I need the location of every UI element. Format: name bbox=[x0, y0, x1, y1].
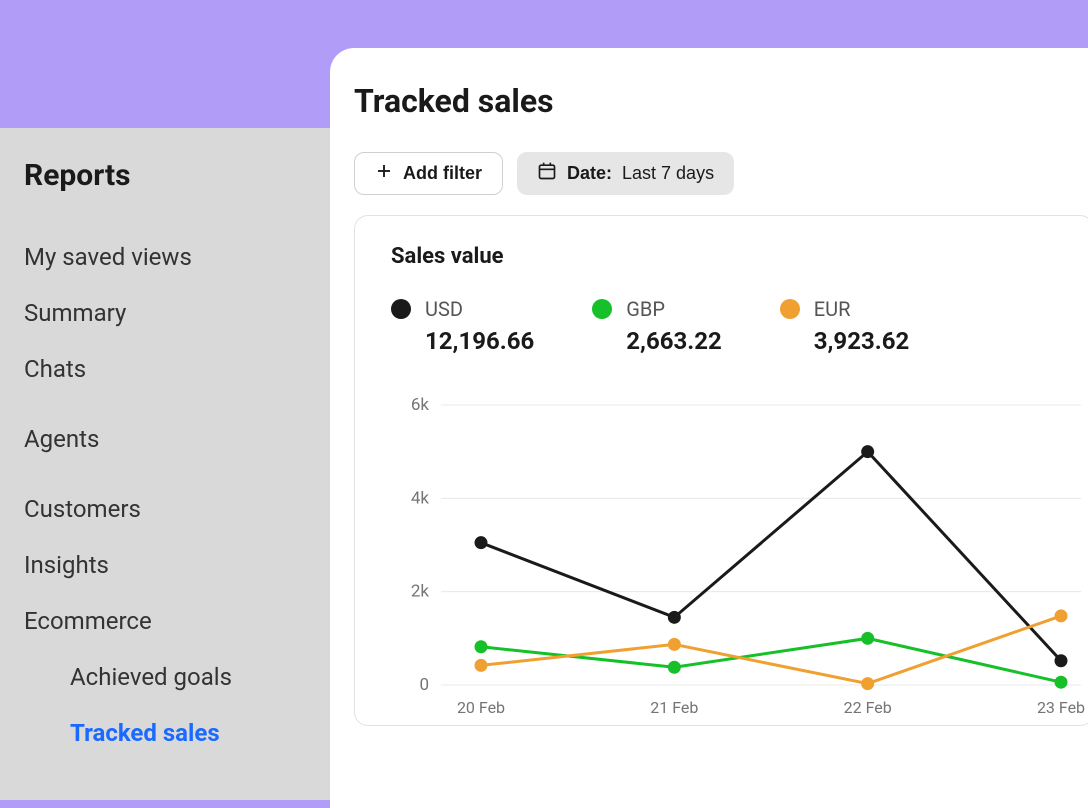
sidebar-subitem-achieved-goals[interactable]: Achieved goals bbox=[24, 649, 306, 705]
sidebar-item-customers[interactable]: Customers bbox=[24, 481, 306, 537]
sidebar-item-agents[interactable]: Agents bbox=[24, 411, 306, 467]
legend-value-usd: 12,196.66 bbox=[425, 327, 534, 355]
sidebar-item-ecommerce[interactable]: Ecommerce bbox=[24, 593, 306, 649]
add-filter-label: Add filter bbox=[403, 163, 482, 184]
sidebar-item-insights[interactable]: Insights bbox=[24, 537, 306, 593]
legend: USD 12,196.66 GBP 2,663.22 EUR 3,923.62 bbox=[391, 297, 1088, 355]
svg-text:21 Feb: 21 Feb bbox=[650, 698, 698, 717]
sidebar-subitem-tracked-sales[interactable]: Tracked sales bbox=[24, 705, 306, 761]
svg-text:4k: 4k bbox=[411, 488, 430, 508]
legend-value-gbp: 2,663.22 bbox=[626, 327, 721, 355]
svg-text:20 Feb: 20 Feb bbox=[457, 698, 505, 717]
svg-text:0: 0 bbox=[419, 675, 429, 695]
date-filter-value: Last 7 days bbox=[622, 163, 714, 184]
dot-eur bbox=[780, 299, 800, 319]
svg-text:2k: 2k bbox=[411, 582, 430, 602]
dot-usd bbox=[391, 299, 411, 319]
sales-chart: 0 2k 4k 6k 20 Feb 21 Feb 22 Feb 23 Feb bbox=[391, 395, 1088, 725]
svg-text:23 Feb: 23 Feb bbox=[1037, 698, 1085, 717]
legend-item-usd[interactable]: USD 12,196.66 bbox=[391, 297, 534, 355]
page-title: Tracked sales bbox=[354, 82, 1088, 120]
plus-icon bbox=[375, 162, 393, 185]
main-panel: Tracked sales Add filter Date: Last 7 da… bbox=[330, 48, 1088, 808]
sidebar-item-summary[interactable]: Summary bbox=[24, 285, 306, 341]
sidebar-title: Reports bbox=[24, 158, 306, 193]
svg-text:22 Feb: 22 Feb bbox=[844, 698, 892, 717]
dot-gbp bbox=[592, 299, 612, 319]
calendar-icon bbox=[537, 161, 557, 186]
add-filter-button[interactable]: Add filter bbox=[354, 152, 503, 195]
legend-item-gbp[interactable]: GBP 2,663.22 bbox=[592, 297, 721, 355]
sales-value-card: Sales value USD 12,196.66 GBP 2,663.22 bbox=[354, 215, 1088, 726]
legend-value-eur: 3,923.62 bbox=[814, 327, 909, 355]
svg-text:6k: 6k bbox=[411, 395, 430, 415]
sidebar: Reports My saved views Summary Chats Age… bbox=[0, 128, 330, 800]
legend-label-usd: USD bbox=[425, 297, 534, 321]
date-filter-button[interactable]: Date: Last 7 days bbox=[517, 152, 734, 195]
filter-row: Add filter Date: Last 7 days bbox=[354, 152, 1088, 195]
legend-label-eur: EUR bbox=[814, 297, 909, 321]
legend-item-eur[interactable]: EUR 3,923.62 bbox=[780, 297, 909, 355]
date-filter-label: Date: bbox=[567, 163, 612, 184]
legend-label-gbp: GBP bbox=[626, 297, 721, 321]
chart-area: 0 2k 4k 6k 20 Feb 21 Feb 22 Feb 23 Feb bbox=[391, 395, 1088, 725]
sidebar-item-saved-views[interactable]: My saved views bbox=[24, 229, 306, 285]
sidebar-item-chats[interactable]: Chats bbox=[24, 341, 306, 397]
card-title: Sales value bbox=[391, 244, 1088, 269]
